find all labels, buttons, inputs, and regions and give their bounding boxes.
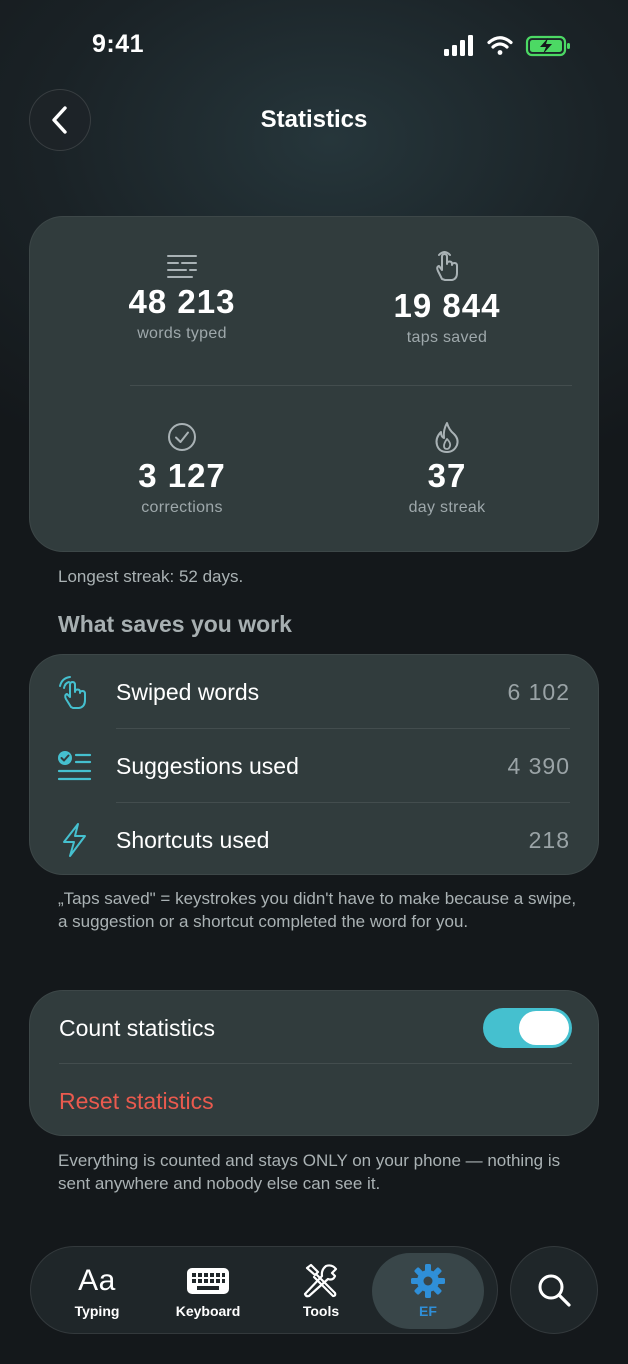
keyboard-icon	[187, 1268, 229, 1294]
work-savings-list: Swiped words 6 102 Suggestions used 4 39…	[29, 654, 599, 875]
stat-words-typed: 48 213 words typed	[52, 253, 312, 343]
toggle-knob	[519, 1011, 569, 1045]
words-typed-label: words typed	[137, 325, 227, 342]
stats-summary-card: 48 213 words typed 19 844 taps saved 3 1…	[29, 216, 599, 552]
suggestions-used-value: 4 390	[507, 753, 570, 779]
typing-icon: Aa	[78, 1264, 116, 1297]
reset-statistics-button[interactable]: Reset statistics	[59, 1088, 214, 1115]
status-icons	[444, 35, 570, 57]
section-heading-work: What saves you work	[58, 611, 292, 637]
battery-charging-icon	[525, 35, 570, 57]
taps-saved-explanation: „Taps saved" = keystrokes you didn't hav…	[58, 889, 577, 931]
settings-divider	[59, 1063, 572, 1064]
cellular-signal-icon	[444, 35, 473, 56]
shortcuts-used-value: 218	[528, 827, 570, 853]
stat-corrections: 3 127 corrections	[52, 421, 312, 517]
tab-tools[interactable]: Tools	[265, 1247, 377, 1335]
tab-typing[interactable]: Aa Typing	[41, 1247, 153, 1335]
tab-keyboard-label: Keyboard	[175, 1303, 241, 1319]
tab-ef[interactable]: EF	[372, 1253, 484, 1329]
search-button[interactable]	[510, 1246, 598, 1334]
list-item-swiped-words: Swiped words 6 102	[30, 655, 598, 729]
suggestions-list-icon	[57, 751, 92, 781]
search-icon	[538, 1274, 571, 1307]
tab-tools-label: Tools	[302, 1303, 340, 1319]
taps-saved-value: 19 844	[393, 287, 501, 324]
text-lines-icon	[167, 255, 197, 278]
checkmark-circle-icon	[168, 423, 196, 451]
tap-hand-icon	[436, 251, 458, 281]
longest-streak-text: Longest streak: 52 days.	[58, 567, 244, 586]
suggestions-used-label: Suggestions used	[116, 753, 299, 779]
count-statistics-toggle[interactable]	[483, 1008, 572, 1048]
corrections-label: corrections	[141, 499, 223, 516]
privacy-note: Everything is counted and stays ONLY on …	[58, 1151, 561, 1193]
count-statistics-label: Count statistics	[59, 1015, 215, 1041]
list-item-shortcuts-used: Shortcuts used 218	[30, 803, 598, 877]
statistics-screen: 9:41 Statistics 48 213 words typed 19 84…	[0, 0, 628, 1364]
tab-typing-label: Typing	[74, 1303, 120, 1319]
lightning-icon	[63, 823, 86, 857]
day-streak-value: 37	[427, 457, 467, 494]
swiped-words-value: 6 102	[507, 679, 570, 705]
flame-icon	[435, 422, 459, 453]
tab-bar: Aa Typing Keyboard Tools EF	[30, 1246, 498, 1334]
tab-ef-label: EF	[419, 1303, 437, 1319]
stat-day-streak: 37 day streak	[317, 421, 577, 517]
tab-keyboard[interactable]: Keyboard	[152, 1247, 264, 1335]
swipe-hand-icon	[59, 676, 86, 709]
gear-icon	[411, 1264, 445, 1298]
stat-taps-saved: 19 844 taps saved	[317, 249, 577, 347]
stats-divider	[130, 385, 572, 386]
taps-saved-label: taps saved	[406, 329, 488, 346]
status-time: 9:41	[92, 30, 145, 58]
corrections-value: 3 127	[138, 457, 226, 494]
list-item-suggestions-used: Suggestions used 4 390	[30, 729, 598, 803]
statistics-settings-card: Count statistics Reset statistics	[29, 990, 599, 1136]
page-title: Statistics	[260, 106, 368, 133]
day-streak-label: day streak	[408, 499, 486, 516]
wifi-icon	[487, 36, 513, 55]
swiped-words-label: Swiped words	[116, 679, 260, 705]
shortcuts-used-label: Shortcuts used	[116, 827, 270, 853]
tools-icon	[303, 1263, 338, 1298]
words-typed-value: 48 213	[128, 283, 236, 320]
